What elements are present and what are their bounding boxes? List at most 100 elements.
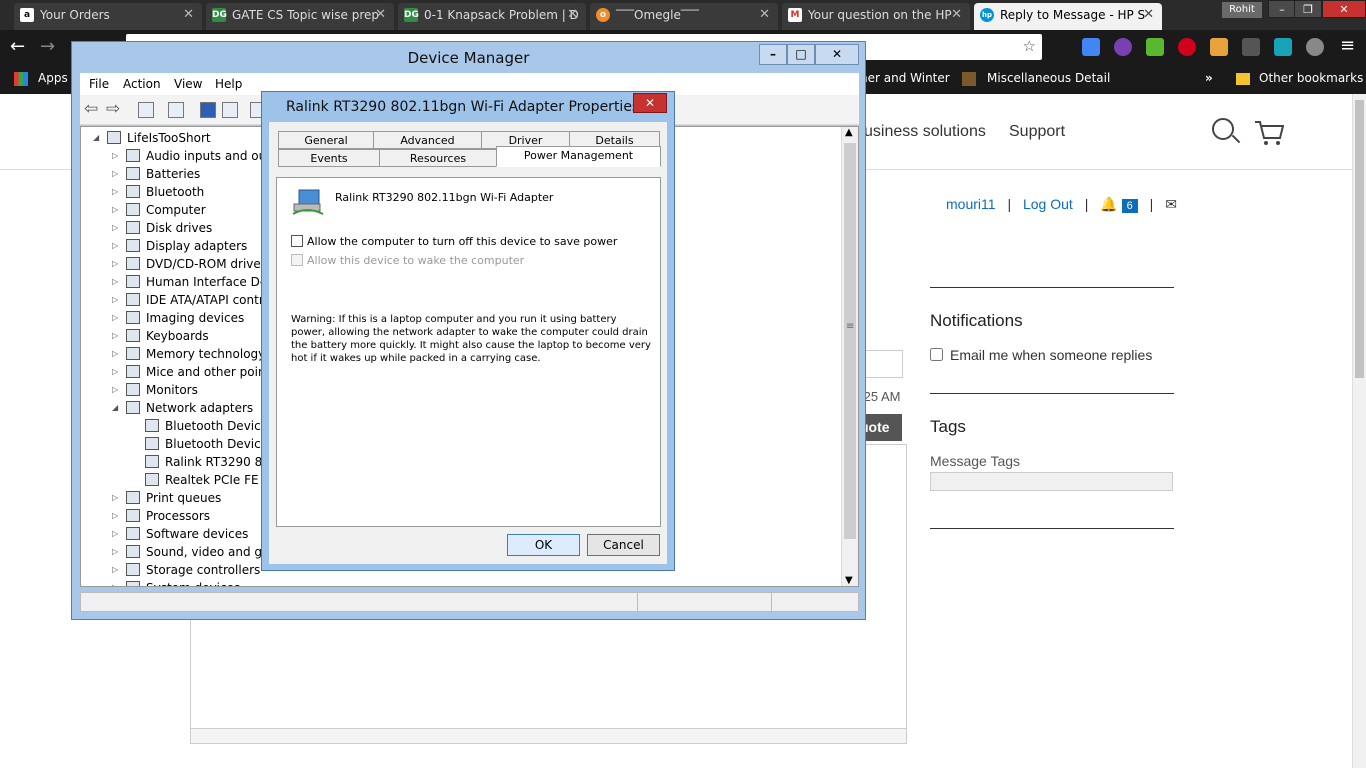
forward-arrow-icon[interactable]: → xyxy=(40,36,55,57)
translate-extension-icon[interactable] xyxy=(1082,38,1100,56)
menu-icon[interactable]: ≡ xyxy=(1340,35,1355,56)
minimize-button[interactable]: – xyxy=(1268,0,1296,18)
back-arrow-icon[interactable]: ← xyxy=(10,36,25,57)
properties-icon[interactable] xyxy=(168,102,184,118)
menu-view[interactable]: View xyxy=(174,77,202,91)
subject-input[interactable] xyxy=(860,350,903,378)
expand-arrow-icon[interactable]: ▷ xyxy=(112,507,122,525)
download-extension-icon[interactable] xyxy=(1146,38,1164,56)
expand-arrow-icon[interactable]: ▷ xyxy=(112,345,122,363)
tab-your-orders[interactable]: a Your Orders ✕ xyxy=(14,3,202,30)
expand-arrow-icon[interactable]: ▷ xyxy=(112,489,122,507)
logout-link[interactable]: Log Out xyxy=(1023,196,1073,212)
expand-arrow-icon[interactable]: ▷ xyxy=(112,579,122,586)
tab-events[interactable]: Events xyxy=(278,149,380,167)
tab-power-management[interactable]: Power Management xyxy=(496,146,661,167)
tab-advanced[interactable]: Advanced xyxy=(373,131,482,149)
extension-icon[interactable] xyxy=(1210,38,1228,56)
tab-gmail[interactable]: M Your question on the HP ✕ xyxy=(782,3,970,30)
notification-count-badge[interactable]: 6 xyxy=(1121,199,1138,213)
show-hide-tree-icon[interactable] xyxy=(138,102,154,118)
email-reply-option[interactable]: Email me when someone replies xyxy=(930,347,1152,363)
page-scrollbar-thumb[interactable] xyxy=(1355,100,1364,378)
expand-arrow-icon[interactable]: ▷ xyxy=(112,543,122,561)
apps-bookmark[interactable]: Apps xyxy=(38,71,68,85)
nav-business-solutions[interactable]: usiness solutions xyxy=(864,123,986,141)
expand-arrow-icon[interactable]: ▷ xyxy=(112,237,122,255)
scroll-down-icon[interactable]: ▼ xyxy=(845,575,853,586)
menu-help[interactable]: Help xyxy=(215,77,242,91)
nav-support[interactable]: Support xyxy=(1009,123,1065,141)
bookmarks-overflow-button[interactable]: » xyxy=(1205,71,1213,85)
tab-hp-reply[interactable]: hp Reply to Message - HP S ✕ xyxy=(974,3,1162,30)
bookmark-star-icon[interactable]: ☆ xyxy=(1023,37,1036,55)
back-arrow-icon[interactable]: ⇦ xyxy=(84,99,98,119)
expand-arrow-icon[interactable]: ▷ xyxy=(112,291,122,309)
adblock-extension-icon[interactable] xyxy=(1178,38,1196,56)
ok-button[interactable]: OK xyxy=(507,534,580,556)
tree-scrollbar-thumb[interactable] xyxy=(844,143,856,539)
tab-close-icon[interactable]: ✕ xyxy=(951,3,962,27)
expand-arrow-icon[interactable]: ▷ xyxy=(112,327,122,345)
help-icon[interactable] xyxy=(200,102,216,118)
tab-general[interactable]: General xyxy=(278,131,374,149)
envelope-icon[interactable]: ✉ xyxy=(1165,196,1177,212)
expand-arrow-icon[interactable]: ▷ xyxy=(112,201,122,219)
expand-arrow-icon[interactable]: ▷ xyxy=(112,381,122,399)
camera-extension-icon[interactable] xyxy=(1306,38,1324,56)
tab-close-icon[interactable]: ✕ xyxy=(1143,3,1154,27)
dm-close-button[interactable]: ✕ xyxy=(815,44,859,65)
tab-close-icon[interactable]: ✕ xyxy=(567,3,578,27)
expand-arrow-icon[interactable]: ▷ xyxy=(112,273,122,291)
cancel-button[interactable]: Cancel xyxy=(587,534,660,556)
collapse-arrow-icon[interactable]: ◢ xyxy=(93,129,103,147)
scroll-up-icon[interactable]: ▲ xyxy=(845,127,853,138)
expand-arrow-icon[interactable]: ▷ xyxy=(112,363,122,381)
bookmark-item[interactable]: ner and Winter xyxy=(860,71,950,85)
tab-gate-cs[interactable]: DG GATE CS Topic wise prep ✕ xyxy=(206,3,394,30)
expand-arrow-icon[interactable]: ▷ xyxy=(112,525,122,543)
forward-arrow-icon[interactable]: ⇨ xyxy=(106,99,120,119)
turn-off-checkbox[interactable] xyxy=(291,235,303,247)
expand-arrow-icon[interactable]: ▷ xyxy=(112,309,122,327)
turn-off-option[interactable]: Allow the computer to turn off this devi… xyxy=(291,235,617,248)
collapse-arrow-icon[interactable]: ◢ xyxy=(112,399,122,417)
mail-extension-icon[interactable] xyxy=(1242,38,1260,56)
dm-maximize-button[interactable]: □ xyxy=(787,44,815,65)
tab-knapsack[interactable]: DG 0-1 Knapsack Problem | D ✕ xyxy=(398,3,586,30)
tab-resources[interactable]: Resources xyxy=(379,149,497,167)
email-replies-checkbox[interactable] xyxy=(930,348,943,361)
expand-arrow-icon[interactable]: ▷ xyxy=(112,183,122,201)
username-link[interactable]: mouri11 xyxy=(946,196,996,212)
tree-node-label: Software devices xyxy=(146,527,249,541)
tags-heading: Tags xyxy=(930,417,966,436)
bell-icon[interactable]: 🔔 xyxy=(1100,196,1117,212)
other-bookmarks[interactable]: Other bookmarks xyxy=(1259,71,1363,85)
properties-close-button[interactable]: ✕ xyxy=(633,93,667,113)
cart-icon[interactable] xyxy=(1254,120,1284,146)
expand-arrow-icon[interactable]: ▷ xyxy=(112,147,122,165)
cast-extension-icon[interactable] xyxy=(1274,38,1292,56)
profile-button[interactable]: Rohit xyxy=(1222,2,1262,18)
scan-hardware-icon[interactable] xyxy=(222,102,238,118)
extension-icon[interactable] xyxy=(1114,38,1132,56)
menu-file[interactable]: File xyxy=(89,77,109,91)
expand-arrow-icon[interactable]: ▷ xyxy=(112,165,122,183)
tab-close-icon[interactable]: ✕ xyxy=(759,3,770,27)
expand-arrow-icon[interactable]: ▷ xyxy=(112,255,122,273)
search-icon[interactable] xyxy=(1212,118,1234,140)
dm-minimize-button[interactable]: – xyxy=(759,44,787,65)
tab-close-icon[interactable]: ✕ xyxy=(183,3,194,27)
page-scrollbar[interactable] xyxy=(1352,94,1366,768)
tab-omegle[interactable]: o ‾‾‾Omegle‾‾‾ ✕ xyxy=(590,3,778,30)
maximize-button[interactable]: ❐ xyxy=(1294,0,1322,18)
menu-action[interactable]: Action xyxy=(123,77,161,91)
message-tags-input[interactable] xyxy=(930,472,1173,491)
bookmark-item[interactable]: Miscellaneous Detail xyxy=(987,71,1110,85)
expand-arrow-icon[interactable]: ▷ xyxy=(112,219,122,237)
expand-arrow-icon[interactable]: ▷ xyxy=(112,561,122,579)
editor-resize-bar[interactable] xyxy=(190,728,907,744)
tab-close-icon[interactable]: ✕ xyxy=(375,3,386,27)
close-button[interactable]: ✕ xyxy=(1322,0,1366,18)
tree-scrollbar[interactable]: ▲ ≡ ▼ xyxy=(841,127,858,586)
